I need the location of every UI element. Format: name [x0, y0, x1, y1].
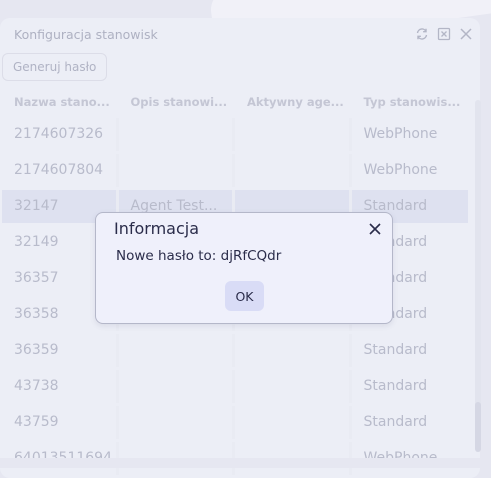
dialog-title: Informacja: [114, 219, 200, 238]
scrollbar-thumb[interactable]: [475, 402, 481, 452]
cell-name: 36359: [2, 334, 119, 367]
column-header-active-agent[interactable]: Aktywny age...: [235, 95, 352, 109]
cell-description: [119, 406, 235, 439]
cell-active-agent: [235, 118, 352, 151]
close-icon[interactable]: [366, 220, 384, 238]
scrollbar-track[interactable]: [475, 100, 481, 450]
cell-type: WebPhone: [363, 162, 438, 178]
cell-type: WebPhone: [363, 126, 438, 142]
cell-type: Standard: [363, 342, 428, 358]
cell-active-agent: [235, 154, 352, 187]
bottom-strip: [0, 458, 480, 468]
cell-type: Standard: [363, 414, 428, 430]
cell-description: [119, 154, 235, 187]
cell-name: 43759: [2, 406, 119, 439]
refresh-icon[interactable]: [414, 26, 430, 42]
table-row[interactable]: 36359 Standard: [2, 334, 468, 367]
cell-active-agent: [235, 406, 352, 439]
cell-name: 2174607804: [2, 154, 119, 187]
column-header-type[interactable]: Typ stanowis...: [352, 95, 469, 109]
cell-active-agent: [235, 370, 352, 403]
info-dialog: Informacja Nowe hasło to: djRfCQdr OK: [95, 212, 393, 324]
cell-name: 2174607326: [2, 118, 119, 151]
table-row[interactable]: 43738 Standard: [2, 370, 468, 403]
cell-description: [119, 334, 235, 367]
table-row[interactable]: 43759 Standard: [2, 406, 468, 439]
export-excel-icon[interactable]: [436, 26, 452, 42]
ok-button[interactable]: OK: [225, 281, 264, 311]
cell-name: 43738: [2, 370, 119, 403]
cell-description: [119, 370, 235, 403]
column-header-description[interactable]: Opis stanowi...: [119, 95, 236, 109]
panel-actions: [414, 26, 474, 42]
table-row[interactable]: 2174607326 WebPhone: [2, 118, 468, 151]
table-row[interactable]: 2174607804 WebPhone: [2, 154, 468, 187]
cell-type: Standard: [363, 378, 428, 394]
cell-description: [119, 118, 235, 151]
cell-active-agent: [235, 334, 352, 367]
generate-password-button[interactable]: Generuj hasło: [2, 53, 108, 81]
dialog-message: Nowe hasło to: djRfCQdr: [116, 248, 282, 264]
panel-title: Konfiguracja stanowisk: [14, 27, 158, 42]
close-icon[interactable]: [458, 26, 474, 42]
table-header: Nazwa stano... Opis stanowi... Aktywny a…: [2, 86, 468, 118]
column-header-name[interactable]: Nazwa stano...: [2, 95, 119, 109]
